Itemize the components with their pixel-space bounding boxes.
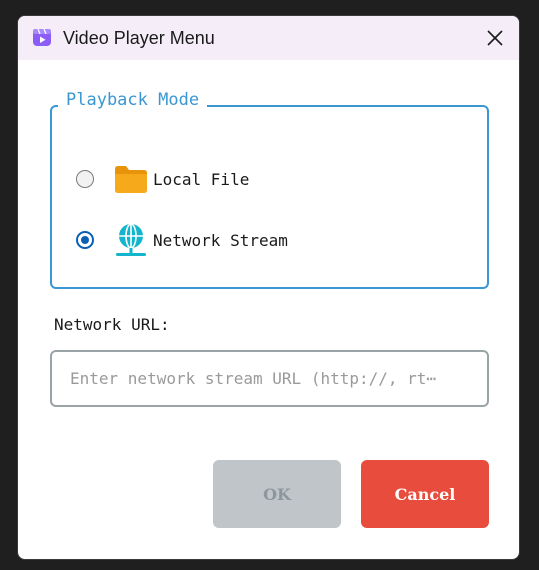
local-file-label: Local File [153, 169, 250, 189]
close-icon[interactable] [483, 26, 507, 50]
folder-icon [115, 166, 147, 193]
video-player-icon [33, 28, 51, 46]
ok-button[interactable]: OK [213, 460, 341, 528]
network-stream-label: Network Stream [153, 230, 288, 250]
globe-network-icon [116, 223, 146, 256]
playback-mode-group [50, 105, 489, 289]
cancel-button[interactable]: Cancel [361, 460, 489, 528]
video-player-menu-window: Video Player Menu Playback Mode Local Fi… [17, 15, 520, 560]
playback-mode-legend: Playback Mode [58, 90, 208, 110]
local-file-radio[interactable] [76, 170, 94, 188]
network-url-label: Network URL: [54, 315, 170, 334]
window-title: Video Player Menu [63, 28, 215, 48]
network-url-input[interactable] [50, 350, 489, 407]
title-bar[interactable]: Video Player Menu [18, 16, 519, 60]
network-stream-option[interactable]: Network Stream [76, 222, 288, 258]
local-file-option[interactable]: Local File [76, 161, 249, 197]
network-stream-radio[interactable] [76, 231, 94, 249]
